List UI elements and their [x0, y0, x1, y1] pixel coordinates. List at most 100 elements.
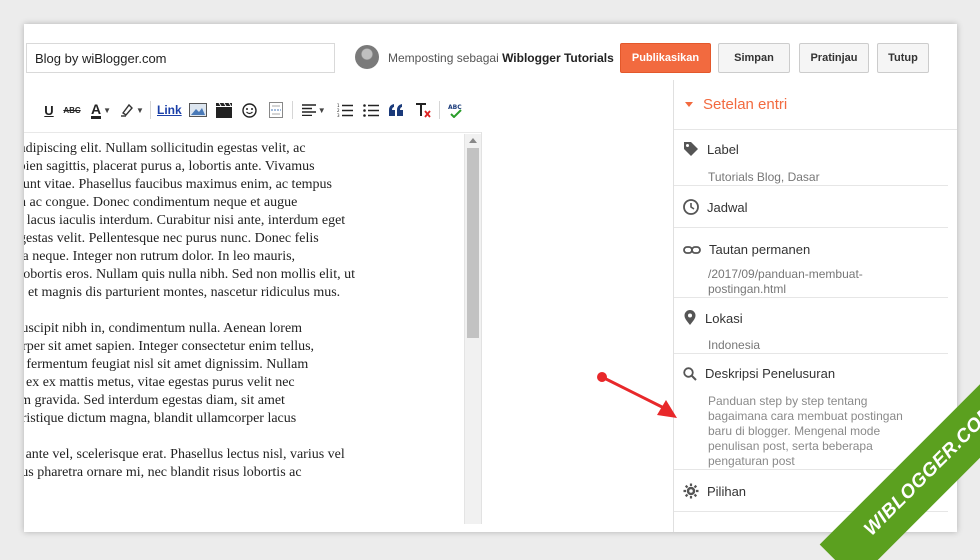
strikethrough-icon[interactable]: ABC	[62, 99, 82, 121]
sidebar-item-schedule[interactable]: Jadwal	[674, 186, 948, 228]
editor-line: ectetur ante vel, scelerisque erat. Phas…	[25, 447, 345, 462]
sidebar-item-label-row: Label	[683, 141, 739, 157]
close-button[interactable]: Tutup	[877, 43, 929, 73]
bullet-list-glyph	[362, 104, 379, 117]
align-icon[interactable]: ▼	[299, 99, 329, 121]
sidebar-item-options-text: Pilihan	[707, 483, 747, 499]
editor-line: ctetur adipiscing elit. Nullam sollicitu…	[24, 141, 306, 156]
video-glyph	[215, 102, 232, 118]
posting-as-label: Memposting sebagai Wiblogger Tutorials	[388, 51, 614, 65]
editor-header: Blog by wiBlogger.com Memposting sebagai…	[24, 24, 957, 88]
chevron-down-icon: ▼	[136, 105, 144, 115]
emoji-icon[interactable]	[240, 99, 260, 121]
align-glyph	[301, 104, 316, 116]
formatting-toolbar: U ABC A ▼ ▼ Link ▼ 123 ABC	[24, 88, 673, 132]
image-icon[interactable]	[188, 99, 208, 121]
user-avatar[interactable]	[355, 45, 379, 69]
editor-line: rat non lacus iaculis interdum. Curabitu…	[26, 213, 346, 228]
collapse-triangle-icon	[685, 102, 693, 107]
editor-divider	[481, 132, 482, 524]
sidebar-item-permalink-value: /2017/09/panduan-membuat- postingan.html	[708, 267, 863, 296]
posting-as-user: Wiblogger Tutorials	[502, 51, 614, 65]
sidebar-item-options-row: Pilihan	[683, 483, 746, 499]
sidebar-item-search-description[interactable]: Deskripsi Penelusuran Panduan step by st…	[674, 354, 948, 470]
post-title-input[interactable]: Blog by wiBlogger.com	[26, 43, 335, 73]
editor-paragraph[interactable]: dunt, suscipit nibh in, condimentum null…	[24, 320, 464, 428]
clear-format-glyph	[415, 102, 431, 118]
emoji-glyph	[242, 102, 257, 118]
sidebar-item-schedule-row: Jadwal	[683, 199, 747, 215]
editor-line: Vivamus pharetra ornare mi, nec blandit …	[24, 465, 302, 480]
editor-line: natibus et magnis dis parturient montes,…	[24, 285, 341, 300]
post-body-editor[interactable]: ctetur adipiscing elit. Nullam sollicitu…	[24, 132, 482, 524]
sidebar-item-search-description-text: Deskripsi Penelusuran	[705, 366, 836, 381]
bullet-list-icon[interactable]	[361, 99, 381, 121]
preview-button[interactable]: Pratinjau	[799, 43, 869, 73]
scrollbar-thumb[interactable]	[467, 148, 479, 338]
sidebar-item-search-description-row: Deskripsi Penelusuran	[683, 366, 835, 381]
sidebar-item-permalink[interactable]: Tautan permanen /2017/09/panduan-membuat…	[674, 228, 948, 298]
highlight-glyph	[121, 103, 133, 117]
toolbar-separator	[291, 101, 293, 119]
post-body-text[interactable]: ctetur adipiscing elit. Nullam sollicitu…	[24, 140, 464, 500]
editor-line: et nibh ac congue. Donec condimentum neq…	[24, 195, 298, 210]
chevron-down-icon: ▼	[317, 105, 326, 115]
blogger-editor-window: Blog by wiBlogger.com Memposting sebagai…	[24, 24, 957, 532]
sidebar-item-search-description-value: Panduan step by step tentang bagaimana c…	[708, 394, 903, 468]
svg-text:3: 3	[337, 113, 340, 117]
numbered-list-glyph: 123	[337, 103, 353, 117]
sidebar-item-location-row: Lokasi	[683, 310, 743, 326]
post-settings-title: Setelan entri	[703, 96, 788, 113]
editor-line: s rutrum gravida. Sed interdum egestas d…	[24, 393, 285, 408]
search-icon	[683, 366, 697, 381]
editor-line: entum a neque. Integer non rutrum dolor.…	[24, 249, 296, 264]
quote-glyph	[389, 104, 404, 116]
font-color-glyph: A	[90, 100, 102, 119]
sidebar-item-location-value: Indonesia	[708, 338, 761, 352]
video-icon[interactable]	[214, 99, 234, 121]
sidebar-item-location[interactable]: Lokasi Indonesia	[674, 298, 948, 354]
jump-break-icon[interactable]	[266, 99, 286, 121]
underline-icon[interactable]: U	[42, 99, 56, 121]
highlight-icon[interactable]: ▼	[120, 99, 144, 121]
editor-line: . ac sapien sagittis, placerat purus a, …	[24, 159, 315, 174]
sidebar-item-permalink-text: Tautan permanen	[709, 242, 811, 257]
save-button[interactable]: Simpan	[718, 43, 790, 73]
sidebar-item-schedule-text: Jadwal	[707, 199, 748, 215]
sidebar-item-label-text: Label	[707, 141, 739, 157]
location-pin-icon	[684, 310, 696, 325]
publish-button[interactable]: Publikasikan	[620, 43, 711, 73]
editor-line: Proin tristique dictum magna, blandit ul…	[24, 411, 297, 426]
spellcheck-icon[interactable]: ABC	[446, 99, 466, 121]
post-settings-header[interactable]: Setelan entri	[674, 80, 957, 130]
link-chain-icon	[683, 245, 701, 254]
clock-icon	[683, 199, 699, 215]
editor-line: entum, ex ex mattis metus, vitae egestas…	[25, 375, 295, 390]
jump-break-glyph	[268, 102, 283, 118]
font-color-icon[interactable]: A ▼	[88, 99, 114, 121]
editor-paragraph[interactable]: ctetur adipiscing elit. Nullam sollicitu…	[24, 140, 464, 302]
editor-line: . tincidunt vitae. Phasellus faucibus ma…	[24, 177, 332, 192]
link-icon[interactable]: Link	[157, 99, 182, 121]
sidebar-item-label-value: Tutorials Blog, Dasar	[708, 170, 820, 184]
scroll-up-arrow-icon[interactable]	[469, 138, 477, 143]
numbered-list-icon[interactable]: 123	[335, 99, 355, 121]
gear-icon	[683, 483, 699, 499]
editor-paragraph[interactable]: ectetur ante vel, scelerisque erat. Phas…	[24, 446, 464, 482]
tag-icon	[684, 142, 698, 156]
image-glyph	[188, 103, 207, 117]
editor-line: In at egestas velit. Pellentesque nec pu…	[24, 231, 319, 246]
quote-icon[interactable]	[387, 99, 407, 121]
post-title-value: Blog by wiBlogger.com	[35, 50, 167, 66]
toolbar-separator	[438, 101, 440, 119]
chevron-down-icon: ▼	[103, 105, 112, 115]
spellcheck-glyph: ABC	[448, 104, 462, 118]
sidebar-item-label[interactable]: Label Tutorials Blog, Dasar	[674, 130, 948, 186]
editor-line: liquam fermentum feugiat nisl sit amet d…	[26, 357, 309, 372]
clear-format-icon[interactable]	[413, 99, 433, 121]
toolbar-separator	[150, 101, 151, 119]
editor-line: dunt, suscipit nibh in, condimentum null…	[24, 321, 303, 336]
sidebar-item-permalink-row: Tautan permanen	[683, 242, 810, 257]
posting-as-prefix: Memposting sebagai	[388, 51, 499, 65]
sidebar-item-location-text: Lokasi	[705, 310, 743, 326]
